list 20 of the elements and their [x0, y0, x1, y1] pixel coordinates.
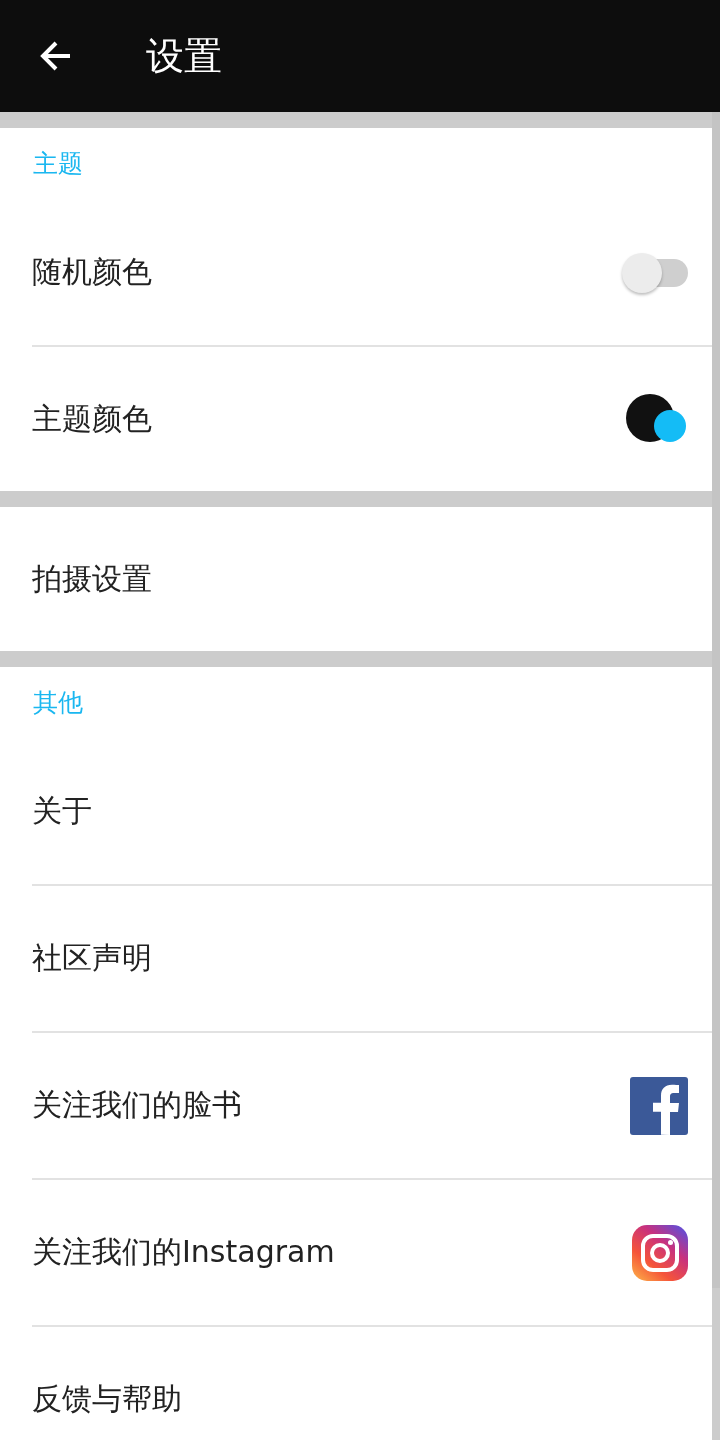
row-label: 关于: [32, 792, 92, 830]
section-header: 其他: [33, 688, 83, 717]
settings-row[interactable]: 关注我们的Instagram: [32, 1180, 712, 1327]
row-label: 反馈与帮助: [32, 1379, 182, 1418]
screen-title: 设置: [146, 32, 222, 80]
row-label: 关注我们的脸书: [32, 1086, 242, 1124]
settings-row[interactable]: 关注我们的脸书: [32, 1033, 712, 1180]
row-label: 随机颜色: [32, 253, 152, 291]
row-label: 社区声明: [32, 939, 152, 977]
row-label: 拍摄设置: [32, 559, 152, 598]
facebook-icon[interactable]: [630, 1076, 688, 1135]
settings-row[interactable]: 随机颜色: [32, 200, 712, 347]
toggle-switch[interactable]: [622, 251, 688, 294]
row-label: 关注我们的Instagram: [32, 1233, 335, 1271]
settings-row[interactable]: 主题颜色: [32, 347, 712, 491]
row-label: 主题颜色: [32, 399, 152, 438]
instagram-icon[interactable]: [632, 1224, 688, 1281]
section-header: 主题: [33, 149, 83, 178]
color-swatch-icon[interactable]: [626, 394, 688, 444]
settings-row[interactable]: 反馈与帮助: [32, 1327, 712, 1440]
